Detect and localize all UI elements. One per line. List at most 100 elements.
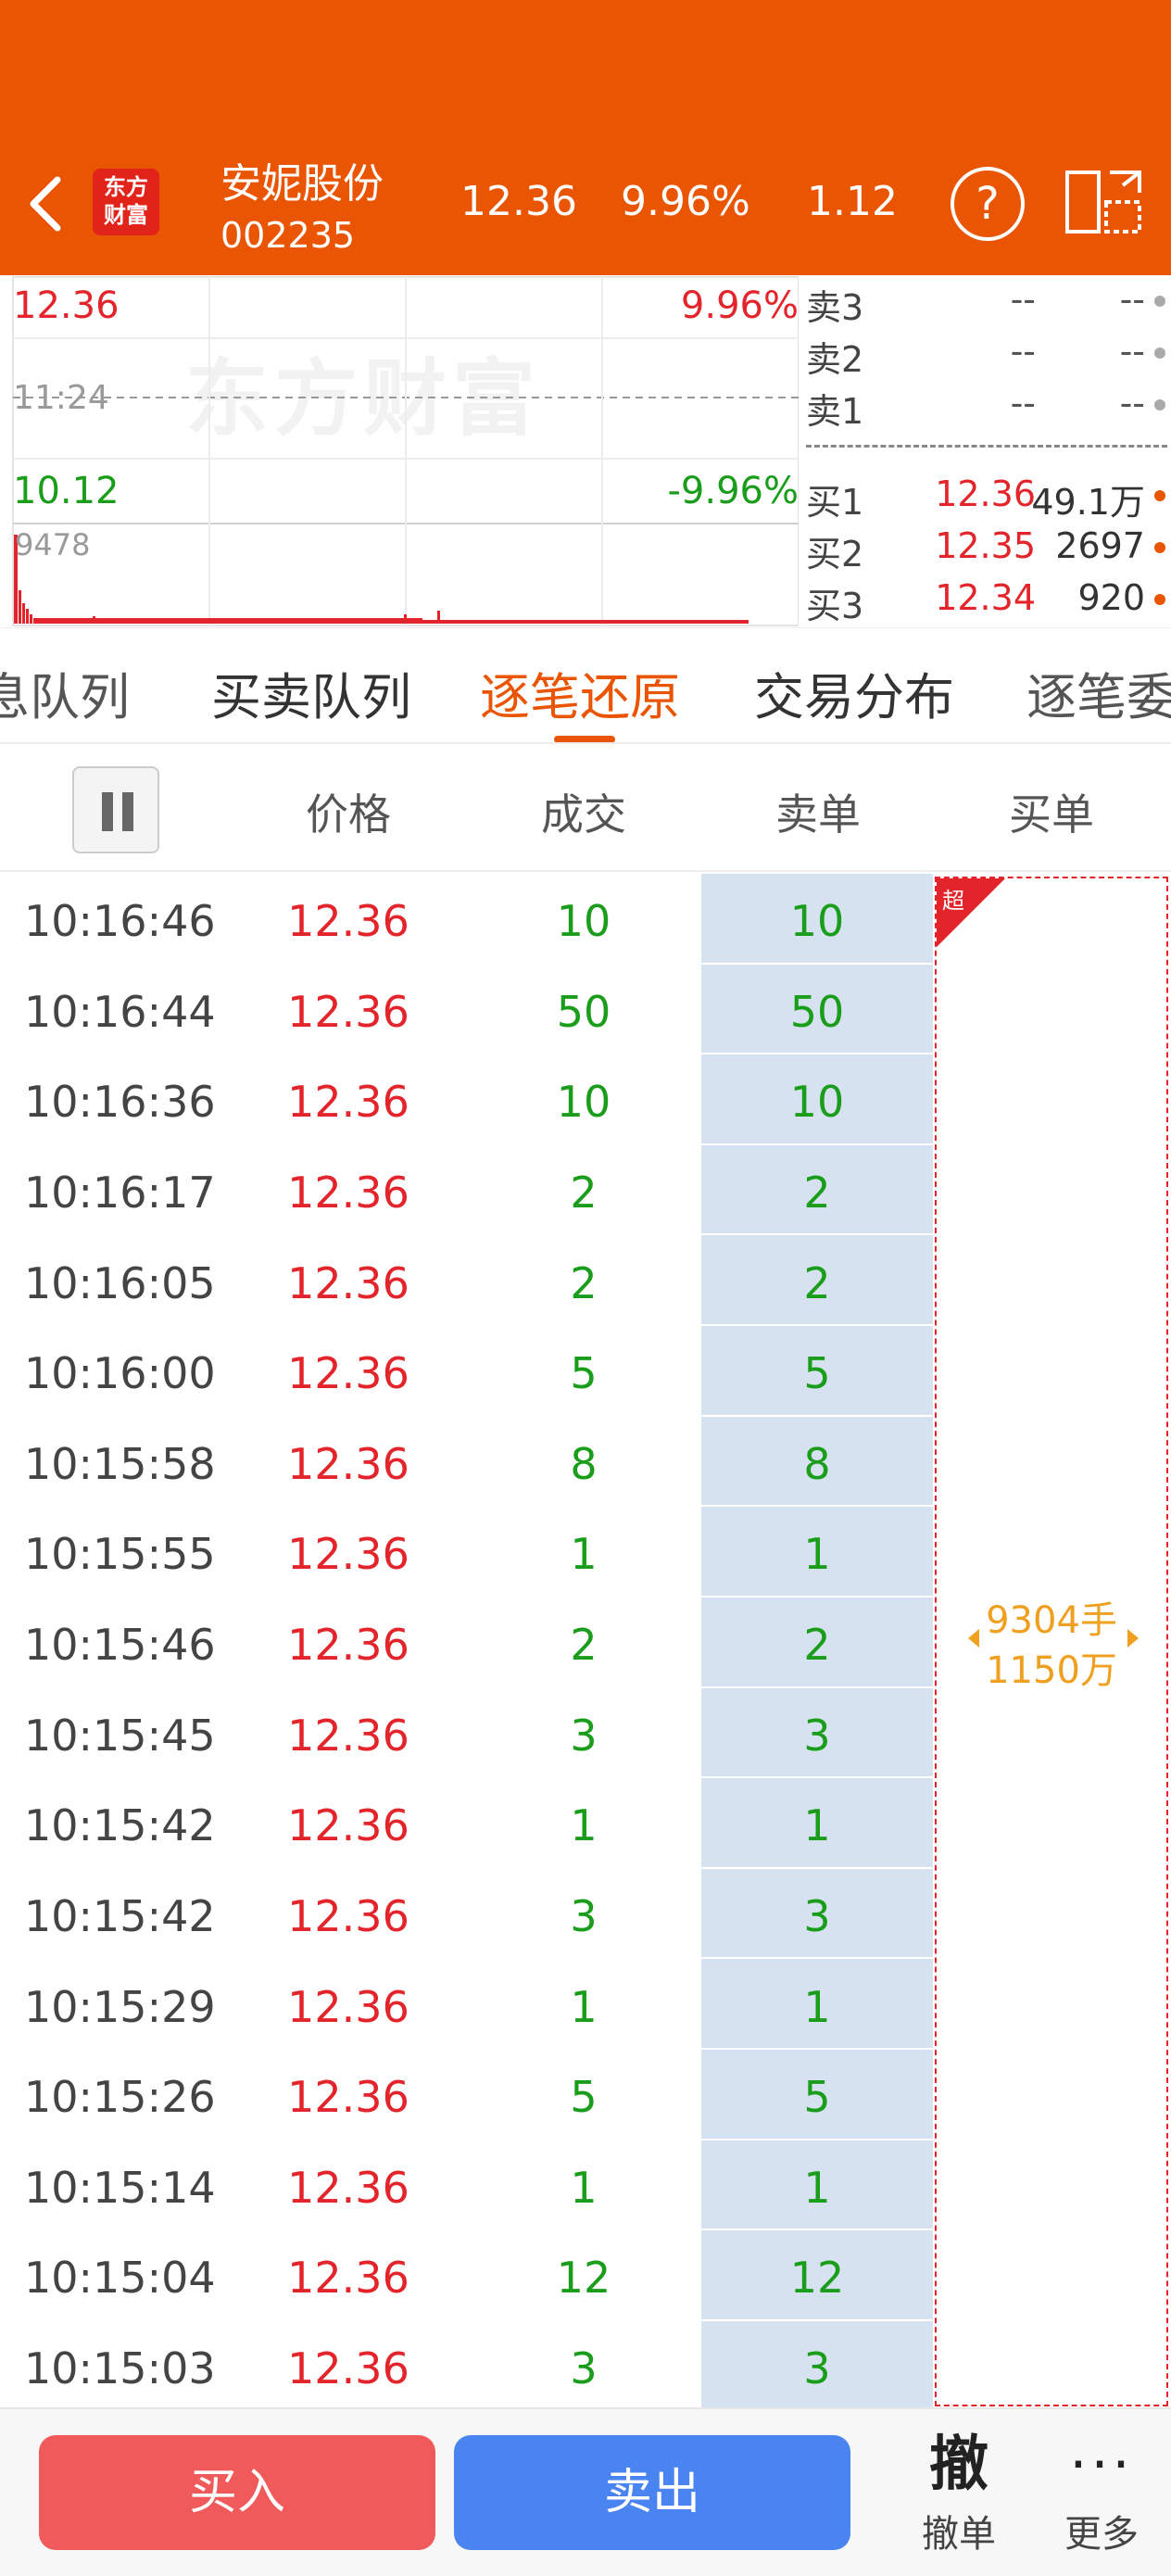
pause-bar [122, 792, 133, 831]
tick-row: 10:16:05 12.36 2 2 [0, 1236, 934, 1327]
order-book[interactable]: 卖3 -- -- 卖2 -- -- 卖1 -- -- 买1 12.36 49.1… [802, 275, 1171, 627]
tab-trade-distribution[interactable]: 交易分布 [754, 656, 954, 729]
tick-row: 10:15:14 12.36 1 1 [0, 2140, 934, 2231]
tick-volume: 1 [570, 2162, 598, 2213]
pause-button[interactable] [72, 766, 159, 853]
tick-time: 10:16:00 [24, 1348, 216, 1399]
current-price: 12.36 [460, 178, 577, 225]
chart-max-volume: 9478 [15, 527, 91, 562]
help-button[interactable]: ? [951, 167, 1025, 241]
dot-icon [1154, 594, 1165, 605]
bid-row: 买2 12.35 2697 [802, 522, 1171, 575]
tick-time: 10:16:36 [24, 1077, 216, 1128]
split-screen-icon [1065, 170, 1141, 234]
back-button[interactable] [20, 167, 76, 241]
tick-sell-order: 50 [789, 986, 845, 1037]
chart-time-label: 11:24 [13, 379, 109, 417]
tick-volume: 1 [570, 1981, 598, 2032]
tick-price: 12.36 [287, 2162, 409, 2213]
tick-sell-order: 2 [803, 1620, 831, 1670]
cancel-order-button[interactable]: 撤 撤单 [889, 2426, 1028, 2565]
tick-time: 10:15:46 [24, 1620, 216, 1670]
tick-price: 12.36 [287, 1529, 409, 1580]
super-order-tag-text: 超 [942, 888, 964, 914]
ask-volume: -- [1119, 279, 1145, 320]
pause-bar [102, 792, 113, 831]
dot-icon [1154, 542, 1165, 553]
buy-order-block[interactable]: 超 9304手 1150万 [935, 877, 1168, 2406]
tab-info-queue[interactable]: 息队列 [0, 656, 130, 729]
detail-tabs: 息队列 买卖队列 逐笔还原 交易分布 逐笔委 [0, 627, 1171, 744]
more-button[interactable]: ··· 更多 [1032, 2426, 1171, 2565]
ask-price: -- [1010, 383, 1036, 423]
sell-button[interactable]: 卖出 [454, 2435, 850, 2550]
header-volume: 成交 [541, 789, 626, 840]
tick-row: 10:15:45 12.36 3 3 [0, 1688, 934, 1779]
tick-sell-order: 3 [803, 1890, 831, 1941]
tick-time: 10:15:14 [24, 2162, 216, 2213]
change-percent: 9.96% [621, 178, 750, 225]
dot-icon [1154, 347, 1165, 359]
tick-time: 10:16:46 [24, 896, 216, 946]
tick-table[interactable]: 10:16:46 12.36 10 10 10:16:44 12.36 50 50 10:16:… [0, 874, 1171, 2407]
stock-name[interactable]: 安妮股份 [220, 150, 384, 209]
table-header: 价格 成交 卖单 买单 [0, 744, 1171, 872]
tab-tick-orders[interactable]: 逐笔委 [1026, 656, 1171, 729]
stock-header: 东方 财富 安妮股份 002235 12.36 9.96% 1.12 ? [0, 0, 1171, 275]
bid-row: 买1 12.36 49.1万 [802, 470, 1171, 523]
tick-time: 10:15:26 [24, 2072, 216, 2123]
tick-row: 10:15:04 12.36 12 12 [0, 2230, 934, 2321]
order-book-divider [806, 445, 1167, 448]
header-sell-order: 卖单 [775, 789, 861, 840]
tick-volume: 1 [570, 1529, 598, 1580]
tick-row: 10:15:58 12.36 8 8 [0, 1417, 934, 1508]
chevron-left-icon [30, 176, 61, 232]
tick-sell-order: 3 [803, 1710, 831, 1761]
tick-sell-order: 1 [803, 2162, 831, 2213]
ask-label: 卖3 [806, 287, 864, 328]
tick-time: 10:15:42 [24, 1800, 216, 1851]
ask-row: 卖1 -- -- [802, 379, 1171, 432]
tab-order-queue[interactable]: 买卖队列 [211, 656, 411, 729]
tick-price: 12.36 [287, 1167, 409, 1218]
more-label: 更多 [1064, 2513, 1139, 2556]
tick-row: 10:16:46 12.36 10 10 [0, 874, 934, 965]
tick-price: 12.36 [287, 896, 409, 946]
stock-code: 002235 [220, 215, 356, 256]
dot-icon [1154, 490, 1165, 501]
eastmoney-logo: 东方 财富 [93, 169, 159, 235]
tick-sell-order: 8 [803, 1438, 831, 1489]
more-dots-icon: ··· [1069, 2432, 1134, 2497]
tick-price: 12.36 [287, 1348, 409, 1399]
tab-tick-restore[interactable]: 逐笔还原 [480, 656, 680, 729]
buy-order-lots: 9304手 [986, 1599, 1117, 1642]
tick-sell-order: 10 [789, 896, 845, 946]
bid-label: 买2 [806, 534, 864, 575]
tick-price: 12.36 [287, 1257, 409, 1308]
bid-volume: 49.1万 [1031, 482, 1145, 523]
buy-order-amount: 1150万 [986, 1649, 1117, 1692]
dot-icon [1154, 399, 1165, 410]
tick-sell-order: 3 [803, 2343, 831, 2393]
bid-volume: 920 [1077, 577, 1145, 618]
tick-row: 10:15:46 12.36 2 2 [0, 1597, 934, 1688]
dot-icon [1154, 296, 1165, 307]
tick-time: 10:16:05 [24, 1257, 216, 1308]
tick-volume: 3 [570, 2343, 598, 2393]
bid-volume: 2697 [1055, 525, 1145, 566]
ask-price: -- [1010, 279, 1036, 320]
bid-price: 12.36 [935, 474, 1036, 514]
logo-text-line1: 东方 [104, 174, 148, 200]
tick-price: 12.36 [287, 2253, 409, 2304]
chart-low-price: 10.12 [13, 470, 120, 512]
buy-button[interactable]: 买入 [39, 2435, 435, 2550]
tick-row: 10:16:44 12.36 50 50 [0, 965, 934, 1055]
layout-switch-button[interactable] [1064, 165, 1143, 239]
tick-sell-order: 2 [803, 1167, 831, 1218]
tick-volume: 5 [570, 1348, 598, 1399]
cancel-order-label: 撤单 [922, 2513, 996, 2556]
bid-price: 12.35 [935, 525, 1036, 566]
intraday-mini-chart[interactable]: 东方财富 12.36 9.96% 11:24 10.12 -9.96% 9478 [0, 275, 799, 627]
bottom-action-bar: 买入 卖出 撤 撤单 ··· 更多 [0, 2407, 1171, 2576]
tick-time: 10:15:04 [24, 2253, 216, 2304]
